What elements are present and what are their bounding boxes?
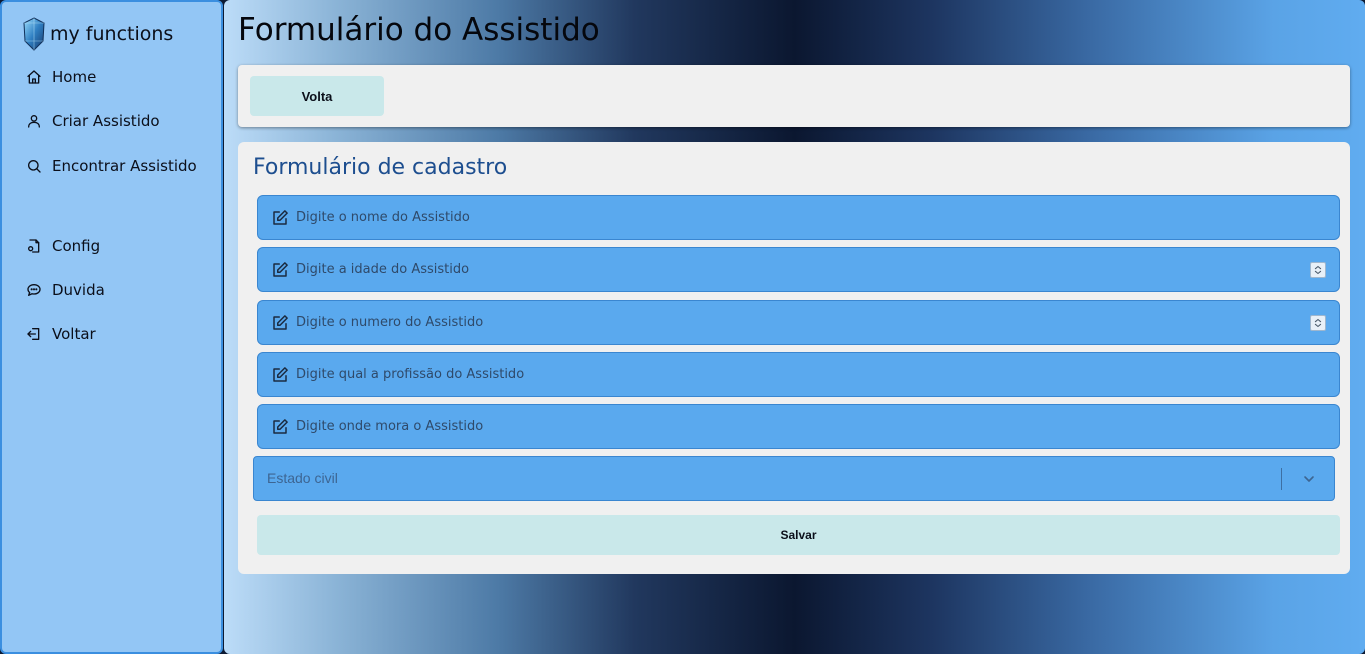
edit-icon — [273, 210, 288, 225]
home-icon — [27, 70, 41, 84]
edit-icon — [273, 367, 288, 382]
sidebar-item-encontrar-assistido[interactable]: Encontrar Assistido — [26, 157, 197, 175]
number-spinner-icon[interactable] — [1310, 315, 1326, 331]
top-toolbar: Volta — [238, 65, 1350, 127]
save-button[interactable]: Salvar — [257, 515, 1340, 555]
age-field[interactable] — [257, 247, 1340, 292]
sidebar-item-label: Criar Assistido — [52, 112, 160, 130]
sidebar-item-config[interactable]: Config — [26, 237, 100, 255]
form-title: Formulário de cadastro — [253, 155, 508, 180]
sidebar: my functions Home Criar Assistido Encont… — [0, 0, 223, 654]
sidebar-item-label: Encontrar Assistido — [52, 157, 197, 175]
sidebar-item-home[interactable]: Home — [26, 68, 96, 86]
crystal-logo-icon — [23, 17, 45, 51]
name-input[interactable] — [296, 196, 1296, 239]
edit-icon — [273, 419, 288, 434]
logout-icon — [27, 328, 40, 340]
chat-icon — [27, 284, 41, 296]
back-button[interactable]: Volta — [250, 76, 384, 116]
main-content: Formulário do Assistido Volta Formulário… — [224, 0, 1365, 654]
user-icon — [28, 115, 40, 128]
sidebar-item-criar-assistido[interactable]: Criar Assistido — [26, 112, 160, 130]
age-input[interactable] — [296, 248, 1296, 291]
phone-input[interactable] — [296, 301, 1296, 344]
settings-file-icon — [27, 239, 40, 253]
select-divider — [1281, 468, 1282, 490]
sidebar-item-label: Home — [52, 68, 97, 86]
sidebar-item-label: Config — [52, 237, 101, 255]
profession-input[interactable] — [296, 353, 1296, 396]
page-title: Formulário do Assistido — [238, 12, 600, 48]
edit-icon — [273, 262, 288, 277]
brand-name: my functions — [50, 23, 174, 45]
chevron-down-icon[interactable] — [1302, 472, 1316, 486]
name-field[interactable] — [257, 195, 1340, 240]
brand[interactable]: my functions — [22, 16, 173, 52]
profession-field[interactable] — [257, 352, 1340, 397]
number-spinner-icon[interactable] — [1310, 262, 1326, 278]
marital-status-select[interactable]: Estado civil — [253, 456, 1335, 501]
sidebar-item-label: Voltar — [52, 325, 96, 343]
select-placeholder: Estado civil — [267, 470, 338, 486]
phone-field[interactable] — [257, 300, 1340, 345]
edit-icon — [273, 315, 288, 330]
search-icon — [28, 160, 41, 173]
registration-form-card: Formulário de cadastro Digite o nome do … — [238, 142, 1350, 574]
address-input[interactable] — [296, 405, 1296, 448]
sidebar-item-voltar[interactable]: Voltar — [26, 325, 96, 343]
sidebar-item-label: Duvida — [52, 281, 105, 299]
sidebar-item-duvida[interactable]: Duvida — [26, 281, 105, 299]
address-field[interactable] — [257, 404, 1340, 449]
